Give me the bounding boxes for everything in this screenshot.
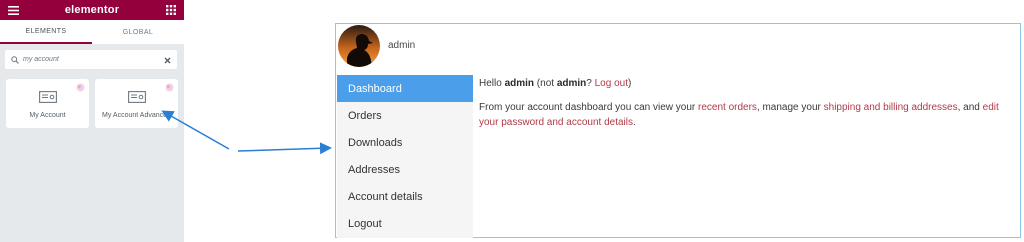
- greeting: Hello admin (not admin? Log out): [479, 76, 1017, 92]
- nav-item-addresses[interactable]: Addresses: [337, 156, 473, 183]
- greeting-not-name: admin: [556, 78, 587, 89]
- nav-item-account-details[interactable]: Account details: [337, 183, 473, 210]
- nav-item-orders[interactable]: Orders: [337, 102, 473, 129]
- arrow-to-widget: [161, 110, 230, 150]
- greeting-not: (not: [534, 78, 557, 89]
- arrow-to-preview: [237, 142, 332, 155]
- greeting-close: ): [628, 78, 632, 89]
- logout-link[interactable]: Log out: [595, 78, 628, 89]
- dashboard-content: Hello admin (not admin? Log out) From yo…: [479, 76, 1017, 139]
- greeting-q: ?: [586, 78, 595, 89]
- account-navigation: Dashboard Orders Downloads Addresses Acc…: [337, 75, 473, 238]
- recent-orders-link[interactable]: recent orders: [698, 102, 757, 113]
- addresses-link[interactable]: shipping and billing addresses: [824, 102, 958, 113]
- nav-item-logout[interactable]: Logout: [337, 210, 473, 237]
- my-account-preview: admin Dashboard Orders Downloads Address…: [335, 23, 1021, 238]
- desc-part-2: , manage your: [756, 101, 824, 113]
- desc-part-3: , and: [957, 101, 983, 113]
- greeting-name: admin: [504, 78, 535, 89]
- nav-item-dashboard[interactable]: Dashboard: [337, 75, 473, 102]
- dashboard-description: From your account dashboard you can view…: [479, 100, 1017, 131]
- desc-part-1: From your account dashboard you can view…: [479, 101, 698, 113]
- nav-item-downloads[interactable]: Downloads: [337, 129, 473, 156]
- desc-part-4: .: [632, 117, 636, 128]
- greeting-hello: Hello: [479, 78, 505, 89]
- username: admin: [388, 40, 416, 51]
- avatar: [338, 25, 380, 67]
